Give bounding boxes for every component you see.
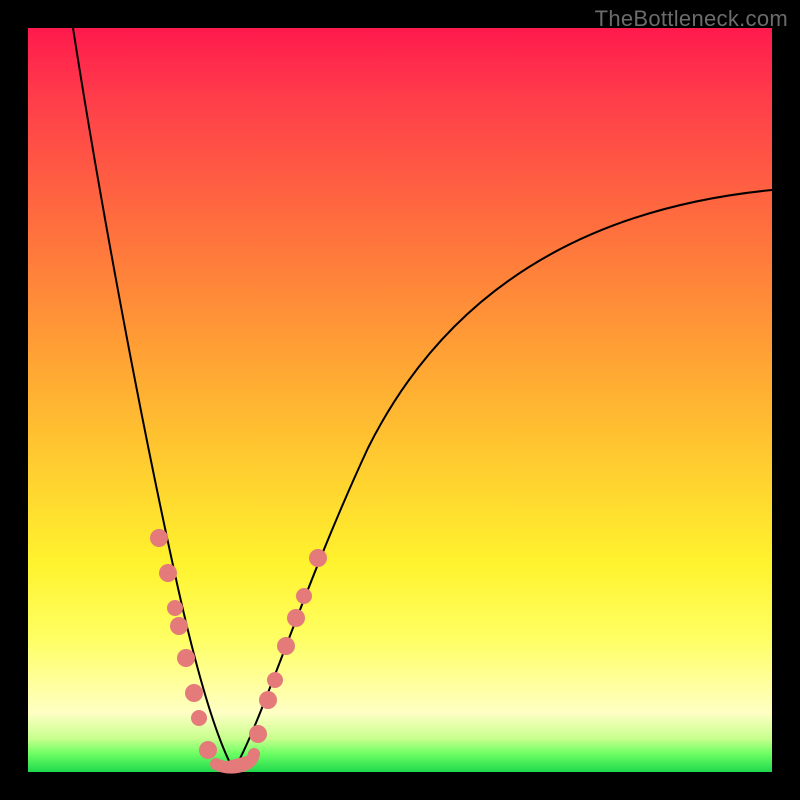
sample-dot — [185, 684, 203, 702]
sample-dot — [170, 617, 188, 635]
sample-dot — [191, 710, 207, 726]
sample-dot — [249, 725, 267, 743]
curve-left-branch — [73, 28, 230, 763]
sample-dot — [159, 564, 177, 582]
sample-dot — [277, 637, 295, 655]
sample-dot — [309, 549, 327, 567]
curve-right-branch — [236, 190, 772, 766]
chart-frame — [28, 28, 772, 772]
sample-dot — [167, 600, 183, 616]
valley-cluster — [216, 754, 254, 768]
sample-dot — [296, 588, 312, 604]
sample-dot — [177, 649, 195, 667]
sample-dot — [259, 691, 277, 709]
sample-dot — [287, 609, 305, 627]
sample-dot — [150, 529, 168, 547]
sample-dot — [199, 741, 217, 759]
bottleneck-plot — [28, 28, 772, 772]
sample-dot — [267, 672, 283, 688]
watermark-text: TheBottleneck.com — [595, 6, 788, 32]
